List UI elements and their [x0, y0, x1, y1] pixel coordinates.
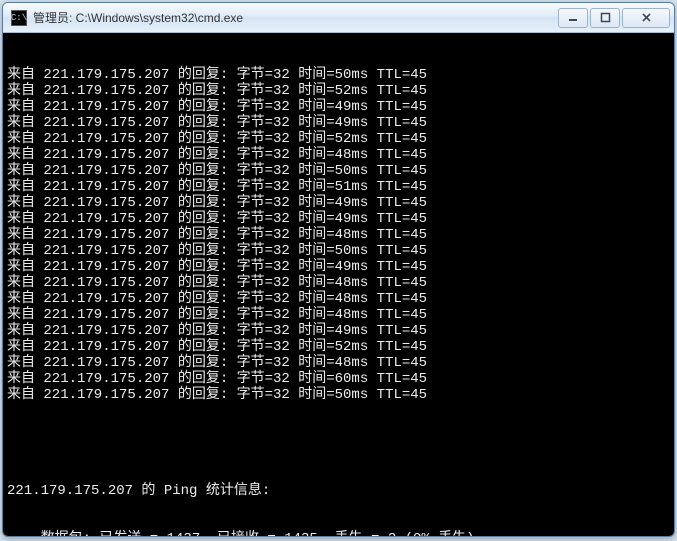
close-button[interactable]	[622, 8, 670, 28]
cmd-window: C:\ 管理员: C:\Windows\system32\cmd.exe 来自 …	[2, 2, 675, 537]
titlebar[interactable]: C:\ 管理员: C:\Windows\system32\cmd.exe	[3, 3, 674, 33]
ping-reply-line: 来自 221.179.175.207 的回复: 字节=32 时间=49ms TT…	[7, 115, 670, 131]
ping-reply-line: 来自 221.179.175.207 的回复: 字节=32 时间=49ms TT…	[7, 323, 670, 339]
app-icon-text: C:\	[11, 13, 27, 23]
ping-reply-line: 来自 221.179.175.207 的回复: 字节=32 时间=52ms TT…	[7, 131, 670, 147]
ping-reply-line: 来自 221.179.175.207 的回复: 字节=32 时间=50ms TT…	[7, 67, 670, 83]
ping-reply-line: 来自 221.179.175.207 的回复: 字节=32 时间=52ms TT…	[7, 83, 670, 99]
window-controls	[558, 8, 670, 28]
ping-reply-line: 来自 221.179.175.207 的回复: 字节=32 时间=49ms TT…	[7, 99, 670, 115]
minimize-button[interactable]	[558, 8, 588, 28]
maximize-button[interactable]	[590, 8, 620, 28]
ping-reply-line: 来自 221.179.175.207 的回复: 字节=32 时间=50ms TT…	[7, 387, 670, 403]
ping-reply-line: 来自 221.179.175.207 的回复: 字节=32 时间=48ms TT…	[7, 307, 670, 323]
ping-reply-line: 来自 221.179.175.207 的回复: 字节=32 时间=48ms TT…	[7, 291, 670, 307]
ping-reply-line: 来自 221.179.175.207 的回复: 字节=32 时间=48ms TT…	[7, 147, 670, 163]
ping-reply-line: 来自 221.179.175.207 的回复: 字节=32 时间=60ms TT…	[7, 371, 670, 387]
window-title: 管理员: C:\Windows\system32\cmd.exe	[33, 9, 558, 26]
ping-reply-lines: 来自 221.179.175.207 的回复: 字节=32 时间=50ms TT…	[7, 67, 670, 403]
ping-reply-line: 来自 221.179.175.207 的回复: 字节=32 时间=48ms TT…	[7, 355, 670, 371]
ping-reply-line: 来自 221.179.175.207 的回复: 字节=32 时间=50ms TT…	[7, 163, 670, 179]
minimize-icon	[568, 12, 579, 23]
ping-reply-line: 来自 221.179.175.207 的回复: 字节=32 时间=49ms TT…	[7, 195, 670, 211]
stats-packets: 数据包: 已发送 = 1437, 已接收 = 1435, 丢失 = 2 (0% …	[7, 531, 670, 536]
ping-reply-line: 来自 221.179.175.207 的回复: 字节=32 时间=49ms TT…	[7, 259, 670, 275]
terminal-output[interactable]: 来自 221.179.175.207 的回复: 字节=32 时间=50ms TT…	[3, 33, 674, 536]
close-icon	[641, 12, 652, 23]
app-icon: C:\	[11, 10, 27, 26]
ping-reply-line: 来自 221.179.175.207 的回复: 字节=32 时间=48ms TT…	[7, 275, 670, 291]
blank-line	[7, 435, 670, 451]
ping-reply-line: 来自 221.179.175.207 的回复: 字节=32 时间=50ms TT…	[7, 243, 670, 259]
ping-reply-line: 来自 221.179.175.207 的回复: 字节=32 时间=49ms TT…	[7, 211, 670, 227]
ping-reply-line: 来自 221.179.175.207 的回复: 字节=32 时间=48ms TT…	[7, 227, 670, 243]
maximize-icon	[600, 12, 611, 23]
ping-reply-line: 来自 221.179.175.207 的回复: 字节=32 时间=51ms TT…	[7, 179, 670, 195]
ping-reply-line: 来自 221.179.175.207 的回复: 字节=32 时间=52ms TT…	[7, 339, 670, 355]
stats-header: 221.179.175.207 的 Ping 统计信息:	[7, 483, 670, 499]
